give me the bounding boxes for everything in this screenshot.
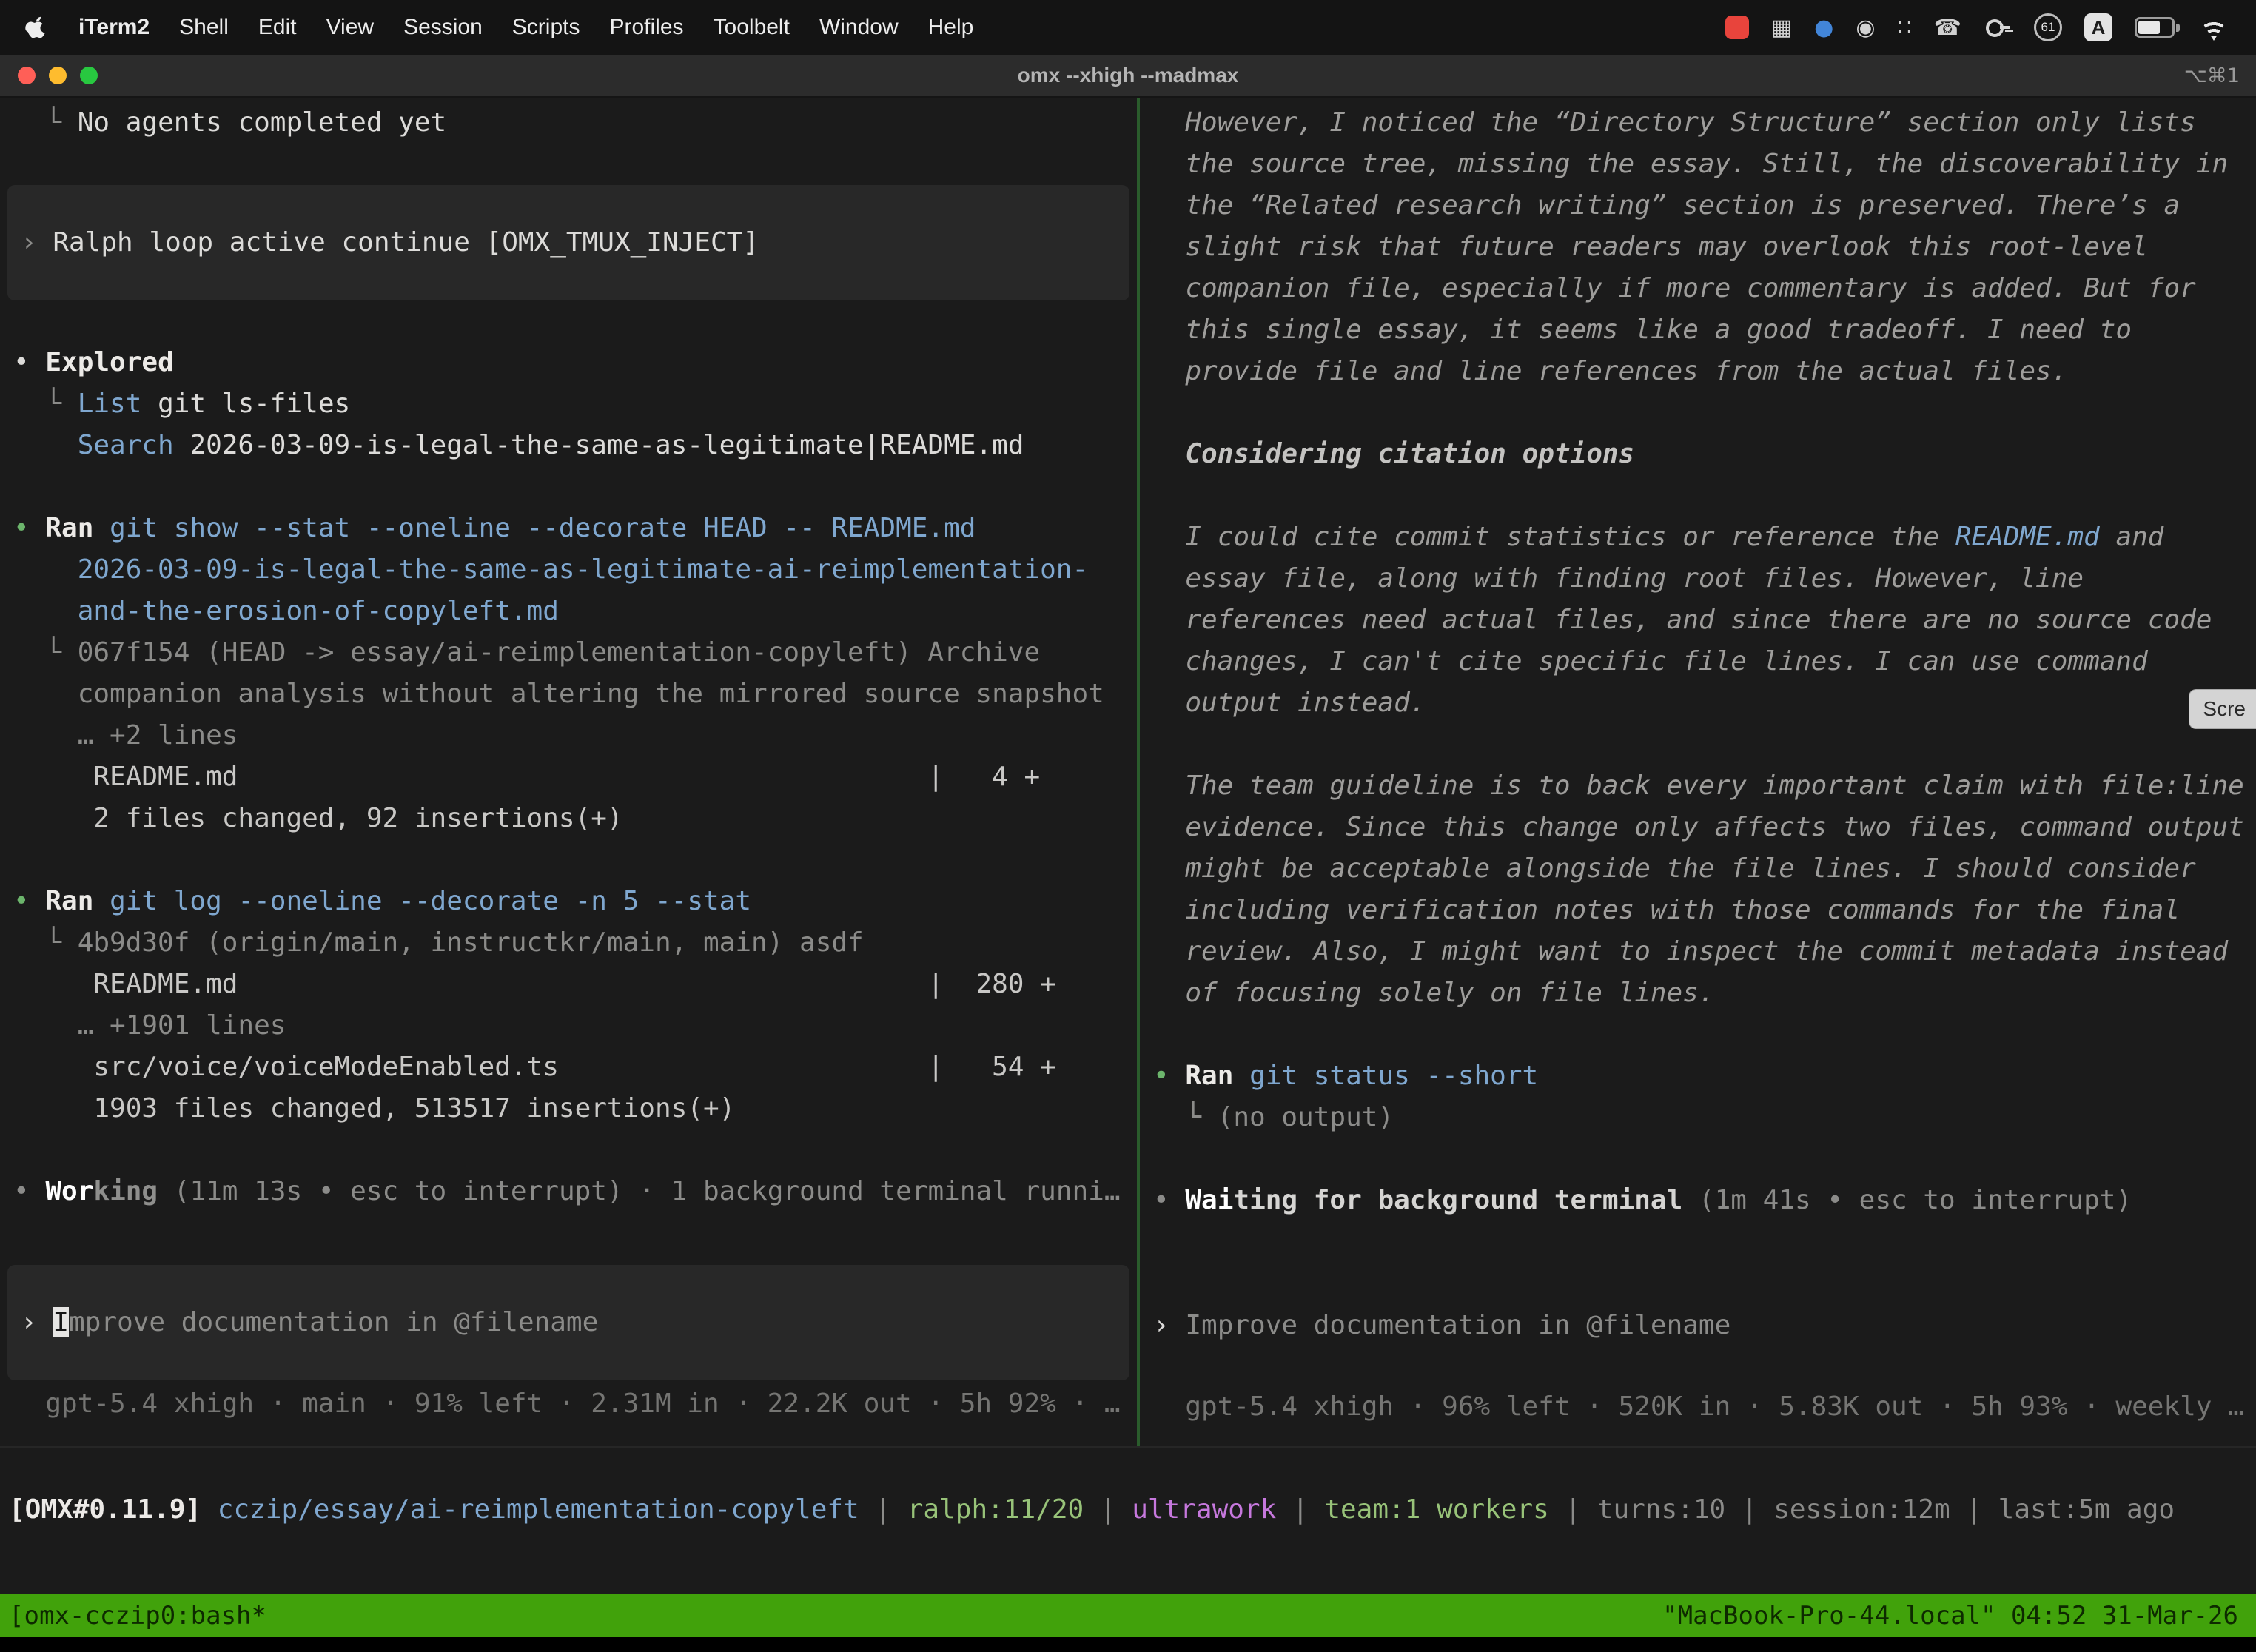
terminal-line: README.md | 4 + [0,756,1137,798]
terminal-line: README.md | 280 + [0,964,1137,1005]
ran-git-status-header: • Ran git status --short [1140,1055,2256,1097]
menu-items: iTerm2ShellEditViewSessionScriptsProfile… [64,15,988,40]
window-title: omx --xhigh --madmax [0,64,2256,87]
omx-status-line: [OMX#0.11.9] cczip/essay/ai-reimplementa… [0,1489,2256,1531]
minimize-button[interactable] [49,67,67,84]
thinking-paragraph: the source tree, missing the essay. Stil… [1140,144,2256,185]
tmux-host-clock: "MacBook-Pro-44.local" 04:52 31-Mar-26 [1662,1601,2238,1631]
terminal-line: └ (no output) [1140,1097,2256,1138]
prompt-input[interactable]: › Improve documentation in @filename [7,1265,1129,1380]
ralph-loop-banner: › Ralph loop active continue [OMX_TMUX_I… [7,222,1129,263]
menu-item-session[interactable]: Session [389,15,497,40]
menu-item-iterm2[interactable]: iTerm2 [64,15,164,40]
zoom-button[interactable] [80,67,98,84]
terminal-line: └ List git ls-files [0,383,1137,425]
menubar-status-icons: ▦ ● ◉ ∷ ☎ 61 A [1725,13,2235,41]
menu-item-window[interactable]: Window [805,15,913,40]
thinking-paragraph: The team guideline is to back every impo… [1140,765,2256,807]
desktop: iTerm2ShellEditViewSessionScriptsProfile… [0,0,2256,1652]
screen-notification[interactable]: Scre [2189,689,2256,729]
menu-item-scripts[interactable]: Scripts [497,15,595,40]
terminal-line: 1903 files changed, 513517 insertions(+) [0,1088,1137,1129]
thinking-paragraph: might be acceptable alongside the file l… [1140,848,2256,890]
window-grid-icon[interactable]: ▦ [1771,15,1792,41]
tmux-status-bar: [omx-cczip0:bash* "MacBook-Pro-44.local"… [0,1594,2256,1637]
terminal-content: └ No agents completed yet › Ralph loop ac… [0,98,2256,1594]
explored-header: • Explored [0,342,1137,383]
thinking-paragraph: evidence. Since this change only affects… [1140,807,2256,848]
terminal-line: └ 4b9d30f (origin/main, instructkr/main,… [0,922,1137,964]
dots-grid-icon[interactable]: ∷ [1898,15,1912,41]
bottom-filler [0,1637,2256,1652]
terminal-line: … +1901 lines [0,1005,1137,1047]
menu-item-toolbelt[interactable]: Toolbelt [699,15,805,40]
waiting-status: • Waiting for background terminal (1m 41… [1140,1180,2256,1221]
thinking-paragraph: essay file, along with finding root file… [1140,558,2256,600]
thinking-paragraph: slight risk that future readers may over… [1140,226,2256,268]
thinking-paragraph: However, I noticed the “Directory Struct… [1140,102,2256,144]
menu-item-view[interactable]: View [312,15,389,40]
window-controls [0,67,98,84]
thinking-paragraph: provide file and line references from th… [1140,351,2256,392]
menu-item-profiles[interactable]: Profiles [594,15,698,40]
terminal-line: └ 067f154 (HEAD -> essay/ai-reimplementa… [0,632,1137,674]
omx-panes: └ No agents completed yet › Ralph loop ac… [0,98,2256,1448]
terminal-line: src/voice/voiceModeEnabled.ts | 54 + [0,1047,1137,1088]
menu-item-edit[interactable]: Edit [244,15,312,40]
battery-icon[interactable] [2135,17,2175,38]
tmux-session-label: [omx-cczip0:bash* [9,1601,266,1631]
apple-menu-icon[interactable] [21,15,64,40]
wifi-icon[interactable] [2197,14,2231,41]
blue-app-icon[interactable]: ● [1814,15,1833,41]
thinking-heading: Considering citation options [1140,434,2256,475]
thinking-paragraph: output instead. [1140,682,2256,724]
dark-app-icon[interactable]: ◉ [1856,15,1875,41]
working-status: • Working (11m 13s • esc to interrupt) ·… [0,1171,1137,1212]
screen-recording-indicator[interactable] [1725,16,1749,39]
ran-git-show-header: • Ran git show --stat --oneline --decora… [0,508,1137,549]
terminal-line: and-the-erosion-of-copyleft.md [0,591,1137,632]
thinking-paragraph: of focusing solely on file lines. [1140,973,2256,1014]
agents-status-line: └ No agents completed yet [0,102,1137,144]
ralph-loop-banner: › Ralph loop active continue [OMX_TMUX_I… [7,185,1129,300]
thinking-paragraph: including verification notes with those … [1140,890,2256,931]
macos-menu-bar: iTerm2ShellEditViewSessionScriptsProfile… [0,0,2256,55]
window-shortcut-badge: ⌥⌘1 [2184,64,2240,87]
thinking-paragraph: companion file, especially if more comme… [1140,268,2256,309]
thinking-paragraph: references need actual files, and since … [1140,600,2256,641]
terminal-line: 2026-03-09-is-legal-the-same-as-legitima… [0,549,1137,591]
thinking-paragraph: I could cite commit statistics or refere… [1140,517,2256,558]
prompt-line: › Improve documentation in @filename [1140,1305,2256,1346]
phone-icon[interactable]: ☎ [1934,15,1961,41]
thinking-paragraph: this single essay, it seems like a good … [1140,309,2256,351]
terminal-line: Search 2026-03-09-is-legal-the-same-as-l… [0,425,1137,466]
input-source-icon[interactable]: A [2084,13,2112,41]
thinking-paragraph: the “Related research writing” section i… [1140,185,2256,226]
model-status-line: gpt-5.4 xhigh · 96% left · 520K in · 5.8… [1140,1386,2256,1428]
prompt-line: › Improve documentation in @filename [7,1302,1129,1343]
menu-item-shell[interactable]: Shell [164,15,244,40]
thinking-paragraph: review. Also, I might want to inspect th… [1140,931,2256,973]
battery-percent-badge[interactable]: 61 [2034,13,2062,41]
terminal-line: … +2 lines [0,715,1137,756]
model-status-line: gpt-5.4 xhigh · main · 91% left · 2.31M … [0,1383,1137,1425]
menu-item-help[interactable]: Help [913,15,989,40]
key-icon[interactable] [1984,13,2012,41]
left-agent-pane[interactable]: └ No agents completed yet › Ralph loop ac… [0,98,1137,1446]
ran-git-log-header: • Ran git log --oneline --decorate -n 5 … [0,881,1137,922]
terminal-line: 2 files changed, 92 insertions(+) [0,798,1137,839]
terminal-line: companion analysis without altering the … [0,674,1137,715]
close-button[interactable] [18,67,36,84]
thinking-paragraph: changes, I can't cite specific file line… [1140,641,2256,682]
window-title-bar[interactable]: omx --xhigh --madmax ⌥⌘1 [0,55,2256,98]
right-agent-pane[interactable]: However, I noticed the “Directory Struct… [1140,98,2256,1446]
